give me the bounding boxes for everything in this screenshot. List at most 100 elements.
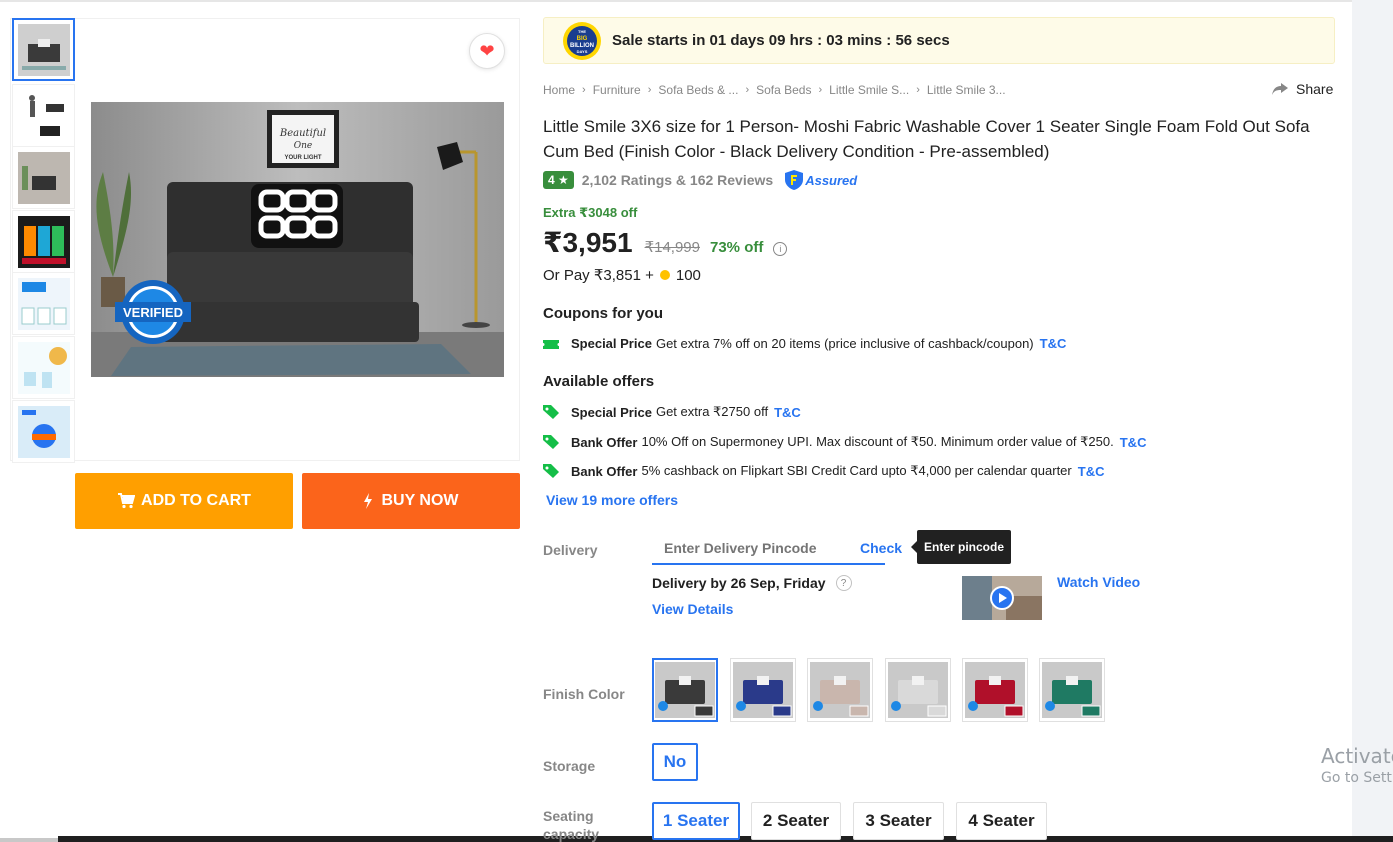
seating-capacity-label: Seating capacity (543, 807, 599, 842)
offer-tag-icon (543, 405, 559, 419)
delivery-date: Delivery by 26 Sep, Friday ? (652, 575, 852, 591)
breadcrumb-furniture[interactable]: Furniture (593, 83, 641, 97)
frame-text-2: One (294, 141, 313, 151)
seating-option-3[interactable]: 3 Seater (853, 802, 944, 840)
thumbnail-3[interactable] (12, 146, 75, 209)
offer-tc-link[interactable]: T&C (774, 405, 801, 420)
page-scroll-gutter (1352, 0, 1393, 842)
finish-color-swatch[interactable] (652, 658, 718, 722)
thumbnail-sofa-image (17, 23, 70, 76)
thumbnail-5[interactable] (12, 272, 75, 335)
breadcrumb-brand[interactable]: Little Smile S... (829, 83, 909, 97)
offer-tc-link[interactable]: T&C (1120, 435, 1147, 450)
swatch-sofa-image (965, 662, 1025, 718)
chevron-right-icon: › (745, 84, 750, 96)
breadcrumb-product: Little Smile 3... (926, 83, 1006, 97)
view-more-offers-link[interactable]: View 19 more offers (546, 492, 678, 508)
heart-icon: ❤ (479, 40, 495, 61)
breadcrumb: Home › Furniture › Sofa Beds & ... › Sofa B… (543, 83, 1006, 97)
seating-label-line2: capacity (543, 826, 600, 842)
or-pay-text: Or Pay ₹3,851 + (543, 267, 654, 284)
svg-text:DAYS: DAYS (577, 49, 588, 54)
offer-tag-icon (543, 435, 559, 449)
share-label: Share (1296, 81, 1334, 97)
sale-banner: THE BIG BILLION DAYS Sale starts in 01 d… (543, 17, 1335, 64)
wishlist-heart-button[interactable]: ❤ (469, 33, 505, 69)
coupons-title: Coupons for you (543, 305, 663, 322)
finish-color-swatch[interactable] (962, 658, 1028, 722)
add-to-cart-label: ADD TO CART (141, 492, 251, 509)
offer-item-1: Special Price Get extra ₹2750 off T&C (543, 404, 801, 420)
sale-countdown-text: Sale starts in 01 days 09 hrs : 03 mins … (612, 32, 950, 49)
supercoin-amount: 100 (675, 266, 701, 284)
coupon-item: Special Price Get extra 7% off on 20 ite… (543, 336, 1066, 351)
storage-option-no[interactable]: No (652, 743, 698, 781)
thumbnail-wash-image (17, 341, 70, 394)
offer-tag-icon (543, 464, 559, 478)
add-to-cart-button[interactable]: ADD TO CART (75, 473, 293, 529)
ratings-reviews-count[interactable]: 2,102 Ratings & 162 Reviews (582, 172, 773, 188)
selling-price: ₹3,951 (543, 227, 633, 258)
coupon-tc-link[interactable]: T&C (1040, 336, 1067, 351)
finish-color-swatch[interactable] (1039, 658, 1105, 722)
info-icon[interactable]: i (773, 242, 788, 256)
coupon-text: Get extra 7% off on 20 items (price incl… (655, 336, 1034, 351)
thumbnail-steps-image (17, 277, 70, 330)
offer-tc-link[interactable]: T&C (1078, 464, 1105, 479)
storage-label: Storage (543, 758, 596, 774)
breadcrumb-sofa-beds-group[interactable]: Sofa Beds & ... (658, 83, 738, 97)
finish-color-swatch[interactable] (885, 658, 951, 722)
pincode-field-wrapper (652, 536, 885, 565)
thumbnail-6[interactable] (12, 336, 75, 399)
coupon-type: Special Price (571, 336, 652, 351)
discount-percent: 73% off (710, 239, 764, 256)
finish-color-swatch[interactable] (807, 658, 873, 722)
coupon-ticket-icon (543, 339, 559, 349)
delivery-date-text: Delivery by 26 Sep, Friday (652, 575, 826, 591)
pincode-tooltip: Enter pincode (911, 530, 1011, 564)
chevron-right-icon: › (582, 84, 586, 96)
finish-color-swatch[interactable] (730, 658, 796, 722)
bottom-bar-left (0, 838, 58, 842)
share-button[interactable]: Share (1272, 81, 1333, 97)
product-main-image[interactable]: Beautiful One YOUR LIGHT VERIFIED (91, 102, 504, 377)
finish-color-label: Finish Color (543, 686, 625, 702)
breadcrumb-home[interactable]: Home (543, 83, 575, 97)
assured-shield-icon (785, 170, 804, 190)
flipkart-assured-badge: Assured (785, 170, 857, 190)
rating-row: 4 ★ 2,102 Ratings & 162 Reviews Assured (543, 170, 857, 190)
chevron-right-icon: › (818, 84, 823, 96)
buy-now-button[interactable]: BUY NOW (302, 473, 520, 529)
video-thumbnail[interactable] (962, 576, 1042, 620)
view-details-link[interactable]: View Details (652, 601, 733, 617)
offer-type: Bank Offer (571, 463, 638, 479)
big-billion-days-logo: THE BIG BILLION DAYS (563, 21, 601, 60)
watch-video-link[interactable]: Watch Video (1057, 574, 1140, 590)
buy-now-label: BUY NOW (381, 492, 459, 509)
swatch-sofa-image (888, 662, 948, 718)
seating-option-2[interactable]: 2 Seater (751, 802, 841, 840)
thumbnail-4[interactable] (12, 210, 75, 273)
thumbnail-2[interactable] (12, 84, 75, 147)
assured-label: Assured (805, 172, 858, 188)
offer-text: 10% Off on Supermoney UPI. Max discount … (641, 434, 1114, 449)
mrp-price: ₹14,999 (644, 239, 700, 256)
thumbnail-badge-image (17, 405, 70, 458)
thumbnail-7[interactable] (12, 400, 75, 463)
thumbnail-dimension-image (17, 89, 70, 142)
breadcrumb-sofa-beds[interactable]: Sofa Beds (756, 83, 811, 97)
check-pincode-button[interactable]: Check (860, 540, 902, 556)
offers-title: Available offers (543, 373, 655, 390)
offer-type: Bank Offer (571, 434, 638, 450)
rating-badge: 4 ★ (543, 171, 574, 189)
seating-option-4[interactable]: 4 Seater (956, 802, 1047, 840)
chevron-right-icon: › (916, 84, 920, 96)
thumbnail-1[interactable] (12, 18, 75, 81)
help-icon[interactable]: ? (835, 575, 852, 591)
pincode-input[interactable] (664, 540, 824, 556)
seating-option-1[interactable]: 1 Seater (652, 802, 740, 840)
offer-item-3: Bank Offer 5% cashback on Flipkart SBI C… (543, 463, 1104, 479)
product-title: Little Smile 3X6 size for 1 Person- Mosh… (543, 117, 1310, 161)
offer-item-2: Bank Offer 10% Off on Supermoney UPI. Ma… (543, 434, 1146, 450)
activation-watermark-title: Activate (1321, 744, 1393, 768)
